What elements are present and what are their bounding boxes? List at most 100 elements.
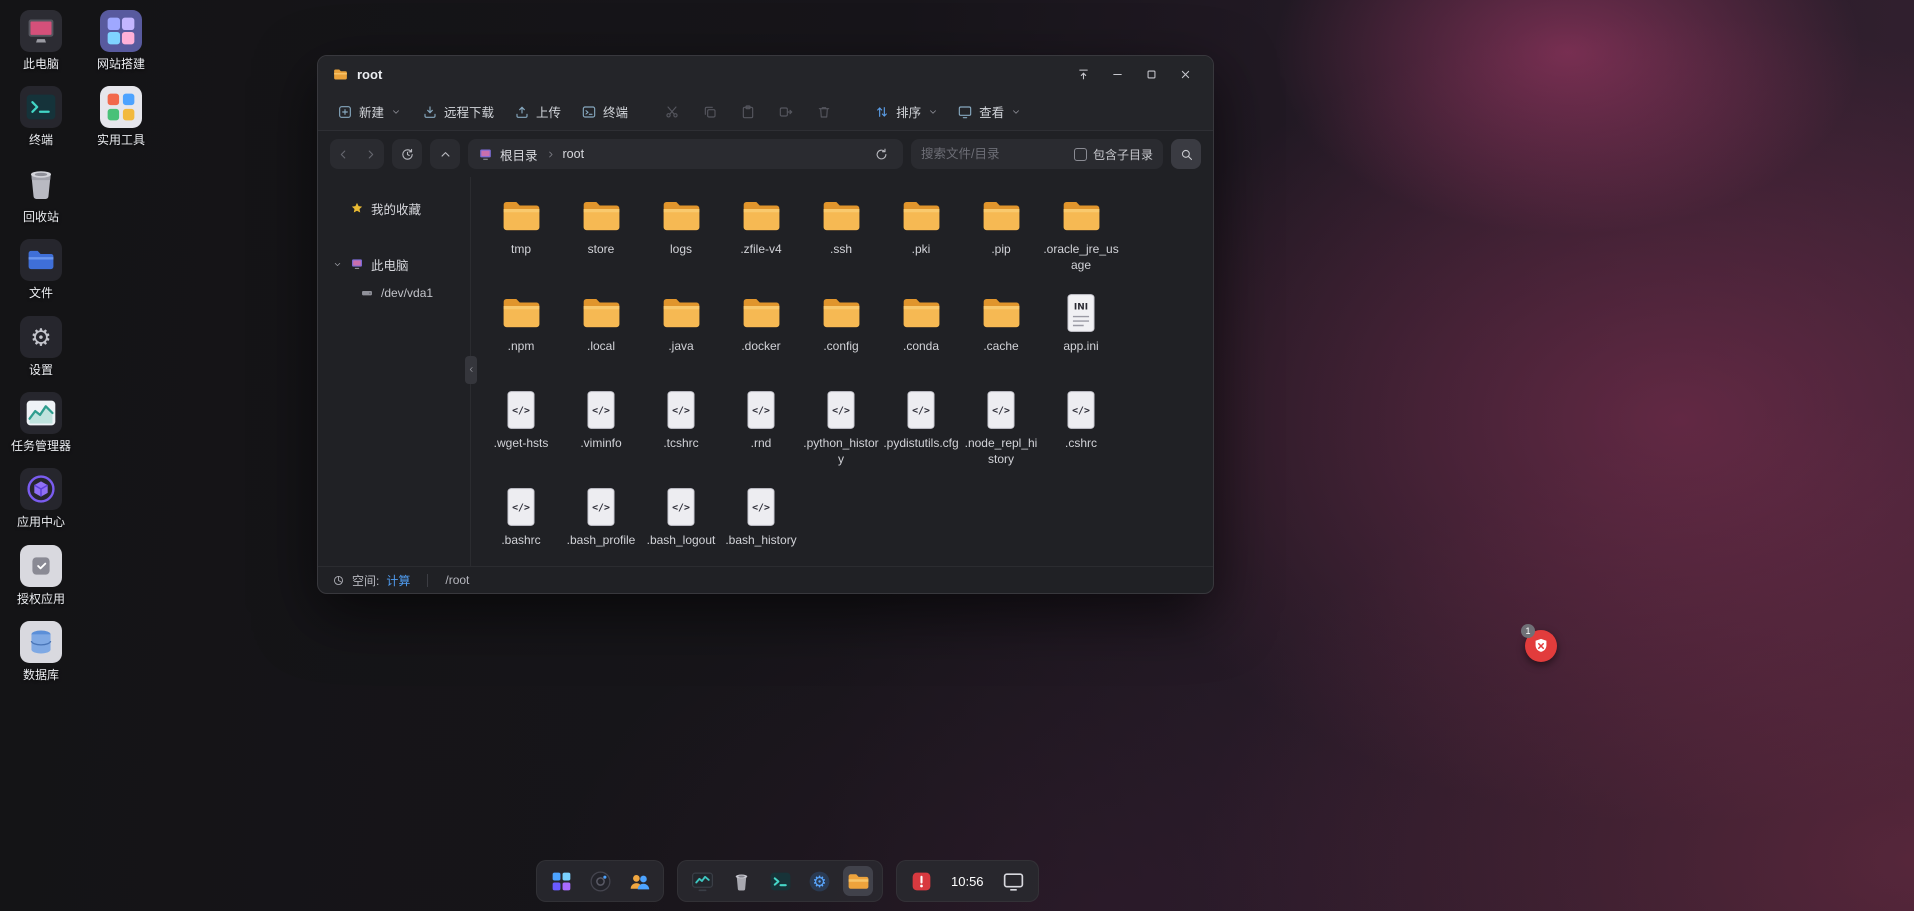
file-item[interactable]: </>.pydistutils.cfg	[881, 383, 961, 480]
window-titlebar[interactable]: root	[318, 56, 1213, 93]
file-item[interactable]: .zfile-v4	[721, 189, 801, 286]
svg-text:</>: </>	[592, 503, 610, 514]
minimize-button[interactable]	[1103, 62, 1131, 88]
upload-button[interactable]: 上传	[505, 97, 570, 126]
taskbar-monitor-button[interactable]	[687, 866, 717, 896]
desktop-icon-recycle-bin[interactable]: 回收站	[8, 163, 74, 224]
file-item[interactable]: .config	[801, 286, 881, 383]
delete-button[interactable]	[807, 97, 841, 126]
desktop-icon-utilities[interactable]: 实用工具	[88, 86, 154, 147]
sidebar-item-this-pc[interactable]: 此电脑	[318, 249, 470, 279]
database-icon	[20, 621, 62, 663]
file-item[interactable]: .local	[561, 286, 641, 383]
folder-icon	[659, 290, 704, 336]
up-directory-button[interactable]	[430, 139, 460, 169]
file-item[interactable]: </>.viminfo	[561, 383, 641, 480]
floating-security-button[interactable]: 1	[1525, 630, 1557, 662]
file-item[interactable]: .conda	[881, 286, 961, 383]
desktop-icon-terminal[interactable]: 终端	[8, 86, 74, 147]
desktop-icon-this-pc[interactable]: 此电脑	[8, 10, 74, 71]
status-bar: 空间: 计算 /root	[318, 566, 1213, 593]
taskbar-terminal-button[interactable]	[765, 866, 795, 896]
settings-icon: ⚙	[807, 869, 832, 894]
paste-button[interactable]	[731, 97, 765, 126]
back-button[interactable]	[330, 139, 357, 169]
breadcrumb-current[interactable]: root	[563, 147, 585, 161]
file-item[interactable]: store	[561, 189, 641, 286]
sort-button[interactable]: 排序	[865, 97, 948, 126]
search-input[interactable]	[921, 147, 1068, 161]
taskbar-display-button[interactable]	[999, 866, 1029, 896]
sidebar-collapse-handle[interactable]	[465, 356, 477, 384]
file-item[interactable]: .oracle_jre_usage	[1041, 189, 1121, 286]
file-item[interactable]: .cache	[961, 286, 1041, 383]
cut-button[interactable]	[655, 97, 689, 126]
maximize-button[interactable]	[1137, 62, 1165, 88]
view-button[interactable]: 查看	[948, 97, 1031, 126]
file-item[interactable]: .pip	[961, 189, 1041, 286]
folder-icon	[579, 290, 624, 336]
compute-space-link[interactable]: 计算	[386, 572, 410, 589]
desktop-icon-database[interactable]: 数据库	[8, 621, 74, 682]
refresh-button[interactable]	[869, 142, 893, 166]
new-icon	[337, 104, 353, 120]
sidebar-item-drive[interactable]: /dev/vda1	[318, 279, 470, 307]
taskbar-files-button[interactable]	[843, 866, 873, 896]
desktop-icon-authorized-apps[interactable]: 授权应用	[8, 545, 74, 606]
file-item[interactable]: tmp	[481, 189, 561, 286]
desktop-icon-app-center[interactable]: 应用中心	[8, 468, 74, 529]
code-icon: </>	[744, 484, 778, 530]
taskbar-disc-button[interactable]	[585, 866, 615, 896]
forward-button[interactable]	[357, 139, 384, 169]
search-box: 包含子目录	[911, 139, 1163, 169]
file-item[interactable]: </>.bash_history	[721, 480, 801, 566]
file-item[interactable]: </>.wget-hsts	[481, 383, 561, 480]
taskbar-alert-button[interactable]	[906, 866, 936, 896]
search-button[interactable]	[1171, 139, 1201, 169]
monitor-icon	[690, 869, 715, 894]
desktop-icon-task-manager[interactable]: 任务管理器	[8, 392, 74, 453]
terminal-button[interactable]: 终端	[572, 97, 637, 126]
file-item[interactable]: .npm	[481, 286, 561, 383]
sidebar-item-favorites[interactable]: 我的收藏	[318, 193, 470, 223]
file-item[interactable]: </>.python_history	[801, 383, 881, 480]
desktop-wallpaper: { "desktop": { "column1": [ {"name":"thi…	[0, 0, 1914, 911]
close-button[interactable]	[1171, 62, 1199, 88]
file-item[interactable]: logs	[641, 189, 721, 286]
file-item[interactable]: </>.bash_profile	[561, 480, 641, 566]
desktop-column-1: 此电脑终端回收站文件 ⚙设置任务管理器应用中心授权应用数据库	[8, 10, 74, 683]
file-item[interactable]: </>.bashrc	[481, 480, 561, 566]
space-label: 空间:	[352, 572, 379, 589]
file-grid: tmpstorelogs.zfile-v4.ssh.pki.pip.oracle…	[481, 189, 1205, 566]
copy-button[interactable]	[693, 97, 727, 126]
desktop-icon-website-builder[interactable]: 网站搭建	[88, 10, 154, 71]
file-item[interactable]: </>.bash_logout	[641, 480, 721, 566]
history-button[interactable]	[392, 139, 422, 169]
pin-top-button[interactable]	[1069, 62, 1097, 88]
breadcrumb[interactable]: 根目录 root	[468, 139, 903, 169]
file-item[interactable]: </>.node_repl_history	[961, 383, 1041, 480]
taskbar-launcher-button[interactable]	[546, 866, 576, 896]
file-item[interactable]: .java	[641, 286, 721, 383]
move-button[interactable]	[769, 97, 803, 126]
delete-icon	[816, 104, 832, 120]
upload-icon	[514, 104, 530, 120]
taskbar-clock[interactable]: 10:56	[945, 866, 990, 896]
desktop-icon-settings[interactable]: ⚙设置	[8, 316, 74, 377]
file-item[interactable]: INIapp.ini	[1041, 286, 1121, 383]
include-subdirs-checkbox[interactable]	[1074, 148, 1087, 161]
file-item[interactable]: .docker	[721, 286, 801, 383]
svg-text:</>: </>	[1072, 406, 1090, 417]
file-item[interactable]: </>.tcshrc	[641, 383, 721, 480]
taskbar-trash-button[interactable]	[726, 866, 756, 896]
taskbar-users-button[interactable]	[624, 866, 654, 896]
file-item[interactable]: .ssh	[801, 189, 881, 286]
file-item[interactable]: .pki	[881, 189, 961, 286]
breadcrumb-root[interactable]: 根目录	[500, 145, 538, 164]
file-item[interactable]: </>.cshrc	[1041, 383, 1121, 480]
desktop-icon-files[interactable]: 文件	[8, 239, 74, 300]
remote-download-button[interactable]: 远程下载	[413, 97, 503, 126]
file-item[interactable]: </>.rnd	[721, 383, 801, 480]
new-button[interactable]: 新建	[328, 97, 411, 126]
taskbar-settings-button[interactable]: ⚙	[804, 866, 834, 896]
